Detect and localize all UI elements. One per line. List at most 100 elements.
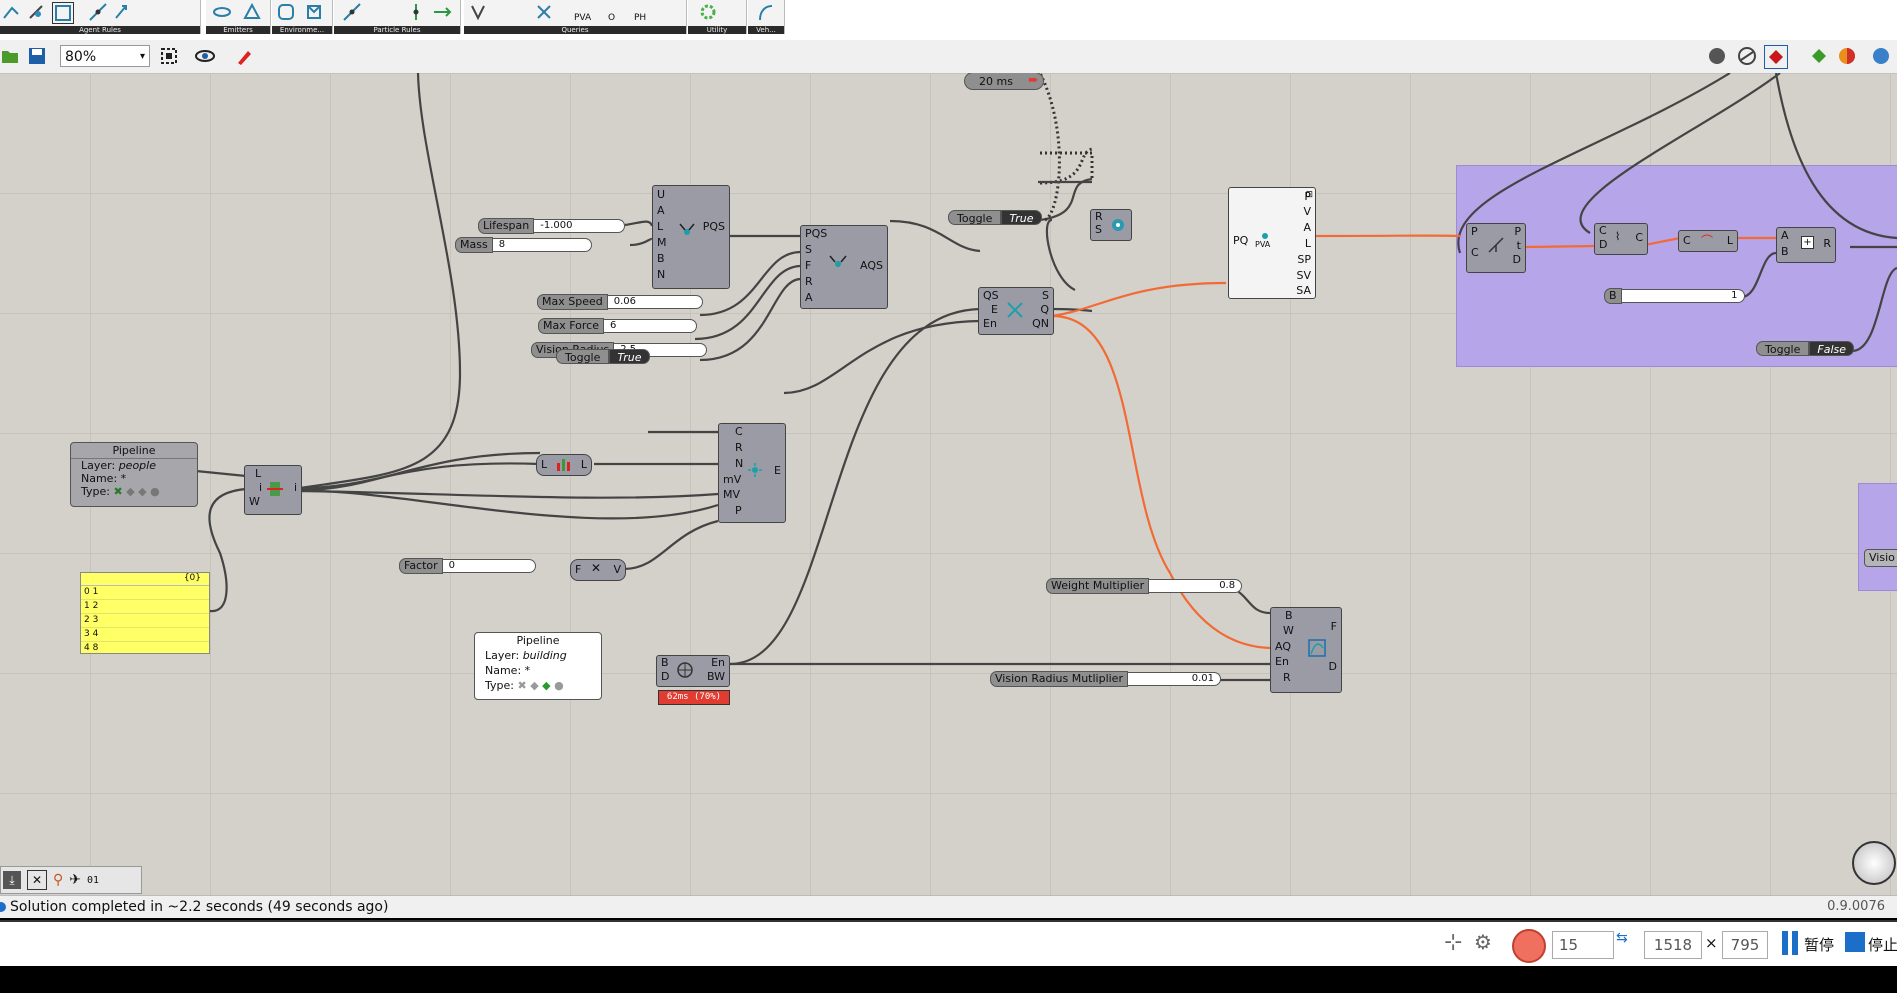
- engine-icon: [1007, 302, 1023, 318]
- vector-component[interactable]: F V ✕: [570, 559, 626, 581]
- point-type-icon[interactable]: ✖: [113, 485, 122, 498]
- pin-icon[interactable]: ✈: [69, 872, 81, 888]
- curve-component-2[interactable]: C L ⌒: [1678, 230, 1738, 252]
- pause-icon[interactable]: [1782, 931, 1788, 955]
- save-file-icon[interactable]: [26, 45, 48, 67]
- vision-component-partial[interactable]: Visio: [1864, 549, 1897, 567]
- brep-type-icon[interactable]: ◆: [542, 679, 550, 692]
- slider-weight-multiplier[interactable]: Weight Multiplier 0.8: [1046, 578, 1243, 594]
- height-field[interactable]: 795: [1722, 931, 1768, 959]
- slider-b[interactable]: B1: [1604, 288, 1745, 304]
- material-icon[interactable]: [1836, 45, 1858, 67]
- toggle-reset[interactable]: Toggle True: [948, 210, 1042, 225]
- reset-component[interactable]: R S: [1090, 209, 1132, 241]
- point-type-icon[interactable]: ✖ ◆: [517, 679, 538, 692]
- stop-button[interactable]: 停止: [1868, 934, 1897, 955]
- preview-off-icon[interactable]: [1706, 45, 1728, 67]
- particle-rule-icon[interactable]: [342, 2, 362, 22]
- list-item: 1 2: [81, 600, 209, 614]
- slider-mass[interactable]: Mass 8: [455, 237, 592, 253]
- multiply-icon: ✕: [591, 561, 602, 575]
- slider-max-speed[interactable]: Max Speed 0.06: [537, 294, 703, 310]
- navigation-wheel-icon[interactable]: [1852, 841, 1896, 885]
- box-rule-icon[interactable]: [52, 2, 74, 24]
- line-component[interactable]: L L: [536, 454, 592, 476]
- ribbon-group-vehicle: Veh...: [748, 0, 785, 34]
- swap-arrows-icon[interactable]: ⇆: [1616, 930, 1628, 946]
- preview-shaded-icon[interactable]: [1764, 45, 1788, 69]
- addition-component[interactable]: A B R +: [1776, 227, 1836, 263]
- pipeline-building[interactable]: Pipeline Layer: building Name: * Type: ✖…: [474, 632, 602, 700]
- query-label-ph[interactable]: PH: [634, 13, 646, 23]
- query-neighbors-icon[interactable]: [534, 2, 554, 22]
- arrow-rule-icon[interactable]: [112, 2, 132, 22]
- close-icon[interactable]: ✕: [27, 870, 47, 890]
- selected-preview-icon[interactable]: [1808, 45, 1830, 67]
- environment-brep-icon[interactable]: [304, 2, 324, 22]
- pipeline-people[interactable]: Pipeline Layer: people Name: * Type: ✖ ◆…: [70, 442, 198, 507]
- brep-component[interactable]: B D En BW: [656, 655, 730, 687]
- download-icon[interactable]: ⤓: [3, 871, 21, 889]
- toggle-right[interactable]: Toggle False: [1756, 341, 1854, 356]
- slider-factor[interactable]: Factor 0: [399, 558, 536, 574]
- emitter-surface-icon[interactable]: [242, 2, 262, 22]
- record-icon[interactable]: [1512, 929, 1546, 963]
- zoom-extents-icon[interactable]: [158, 45, 180, 67]
- agent-rule-icon[interactable]: [2, 2, 22, 22]
- brep-icon: [677, 662, 693, 678]
- evaluate-component[interactable]: P C P t D: [1466, 223, 1526, 273]
- toggle-environment[interactable]: Toggle True: [556, 349, 650, 364]
- wand-icon[interactable]: ⚲: [53, 872, 63, 888]
- environment-component[interactable]: C R N mV MV P E: [718, 423, 786, 523]
- plus-icon: +: [1801, 236, 1814, 249]
- query-label-o[interactable]: O: [608, 13, 615, 23]
- behavior-component[interactable]: B W AQ En R F D: [1270, 607, 1342, 693]
- sketch-pen-icon[interactable]: [234, 45, 256, 67]
- preview-wire-icon[interactable]: [1736, 45, 1758, 67]
- timer-component[interactable]: 20 ms ➨: [964, 73, 1044, 90]
- ribbon-group-utility: Utility: [688, 0, 747, 34]
- preview-eye-icon[interactable]: [194, 45, 216, 67]
- expand-icon[interactable]: ⊡: [1305, 190, 1313, 200]
- wall-icon[interactable]: [26, 2, 46, 22]
- wire: [299, 73, 462, 490]
- emitter-icon[interactable]: [212, 2, 232, 22]
- path-rule-icon[interactable]: [88, 2, 108, 22]
- list-item-component[interactable]: L i W i: [244, 465, 302, 515]
- timer-label: 20 ms: [979, 75, 1013, 88]
- stop-icon[interactable]: [1845, 932, 1865, 952]
- grasshopper-canvas[interactable]: 20 ms ➨ Lifespan -1.000 Mass 8 Max Speed 0.…: [0, 73, 1897, 895]
- list-item-icon: [267, 482, 283, 496]
- query-component[interactable]: PQ P V A L SP SV SA PVA ⊡: [1228, 187, 1316, 299]
- list-item: 4 8: [84, 643, 99, 653]
- open-file-icon[interactable]: [0, 45, 22, 67]
- utility-icon[interactable]: [698, 2, 718, 22]
- curve-component-1[interactable]: C D C ⌇: [1594, 223, 1648, 255]
- zoom-select[interactable]: 80% ▾: [60, 45, 150, 67]
- curve-type-icon[interactable]: ◆ ◆ ●: [126, 485, 160, 498]
- arc-icon: ⌒: [1701, 234, 1714, 248]
- width-field[interactable]: 1518: [1644, 931, 1702, 959]
- pause-button[interactable]: 暂停: [1804, 934, 1834, 955]
- crop-icon[interactable]: ⊹: [1444, 930, 1462, 955]
- ribbon-group-emitters: Emitters: [206, 0, 271, 34]
- count-field[interactable]: 15: [1552, 931, 1614, 959]
- particle-component[interactable]: U A L M B N PQS: [652, 185, 730, 289]
- sphere-icon[interactable]: [1870, 45, 1892, 67]
- vehicle-icon[interactable]: [756, 2, 776, 22]
- environment-icon[interactable]: [276, 2, 296, 22]
- binary-icon[interactable]: 01: [87, 875, 99, 886]
- times-sign: ×: [1705, 934, 1718, 952]
- slider-lifespan[interactable]: Lifespan -1.000: [478, 218, 626, 234]
- particle-force-icon[interactable]: [406, 2, 426, 22]
- particle-move-icon[interactable]: [432, 2, 452, 22]
- slider-max-force[interactable]: Max Force 6: [538, 318, 697, 334]
- settings-gear-icon[interactable]: ⚙: [1474, 930, 1492, 954]
- data-panel[interactable]: {0} 0 1 1 2 2 3 3 4 4 8: [80, 572, 210, 654]
- ribbon-caption: Veh...: [748, 26, 784, 34]
- engine-component[interactable]: QS E En S Q QN: [978, 287, 1054, 335]
- query-icon[interactable]: [468, 2, 488, 22]
- agent-component[interactable]: PQS S F R A AQS: [800, 225, 888, 309]
- slider-vision-radius-multiplier[interactable]: Vision Radius Mutliplier 0.01: [990, 671, 1221, 687]
- query-label-pva[interactable]: PVA: [574, 13, 591, 23]
